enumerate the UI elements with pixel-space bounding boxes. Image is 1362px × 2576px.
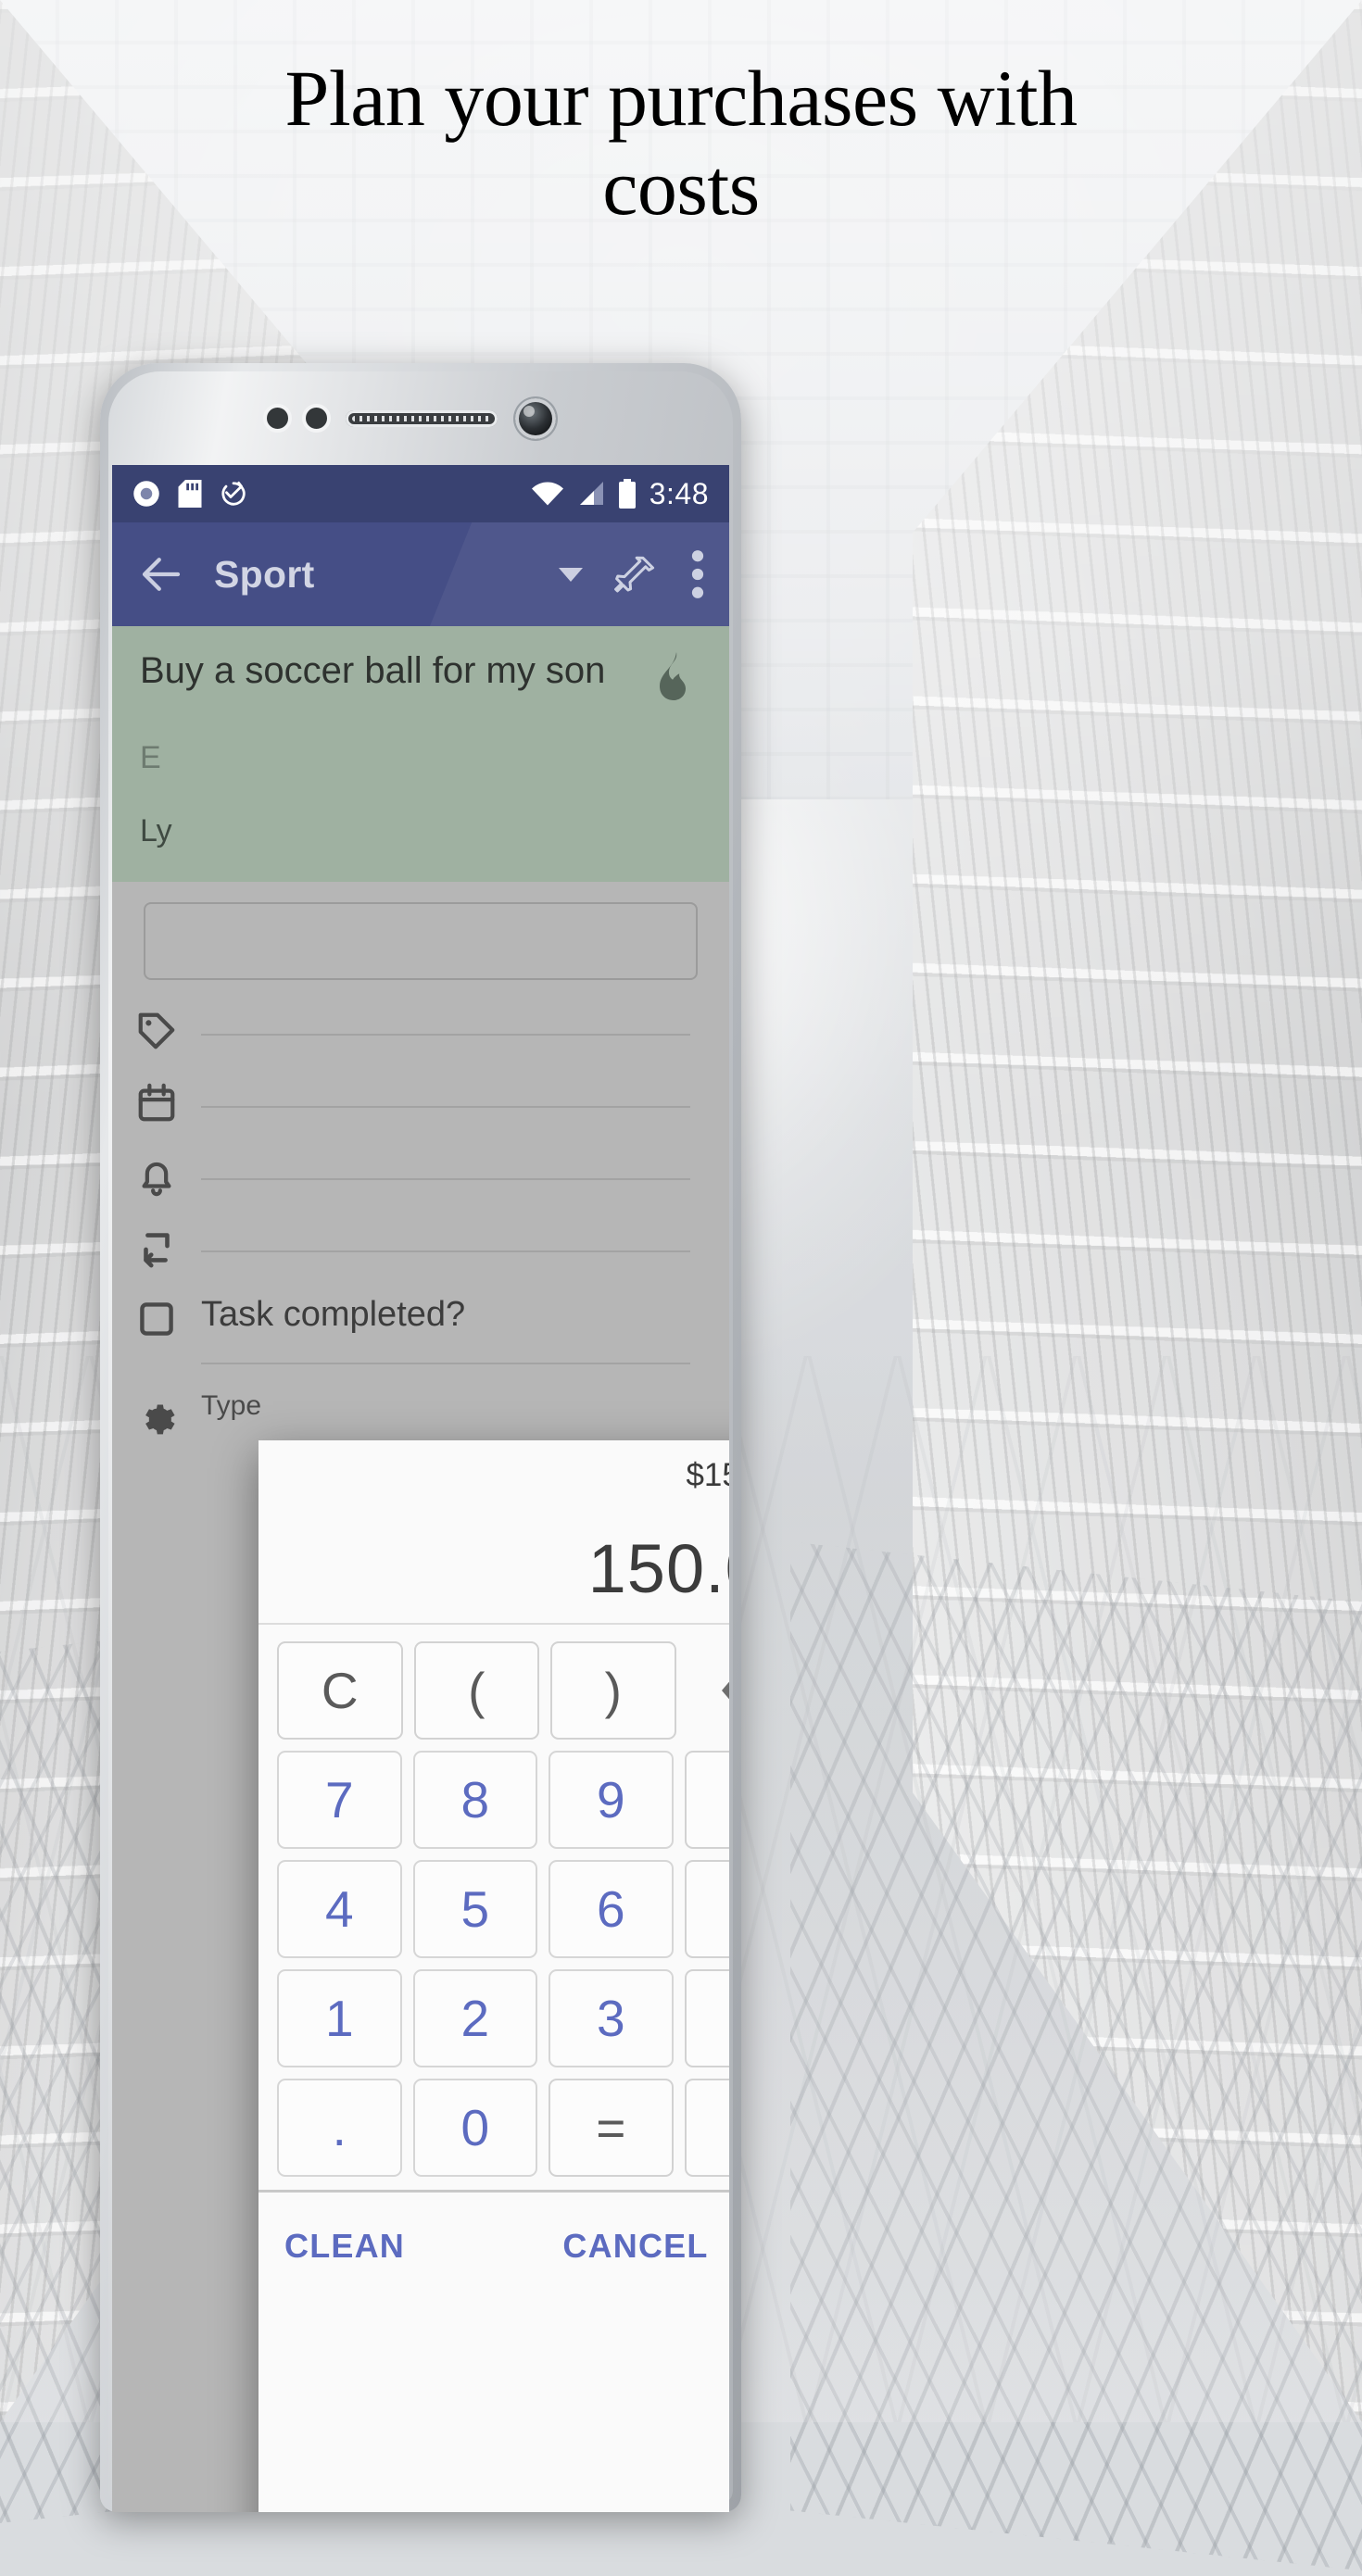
task-title: Buy a soccer ball for my son <box>140 650 606 691</box>
keypad-row: 123- <box>271 1964 729 2073</box>
app-bar-title: Sport <box>214 552 315 596</box>
keypad-row: 456* <box>271 1854 729 1964</box>
keypad-row: 789/ <box>271 1745 729 1854</box>
form-row-tag-content <box>201 1006 729 1036</box>
appbar-sheen <box>390 522 729 626</box>
form-row-completed-content: Task completed? <box>201 1295 729 1364</box>
status-bar-clock: 3:48 <box>649 476 709 510</box>
calculator-dialog: $150.00 150.00 C()789/456*123-.0=+ CLEAN… <box>259 1440 729 2512</box>
key-equals[interactable]: = <box>549 2079 674 2177</box>
task-subtitle-2: Ly <box>140 813 172 848</box>
key-multiply[interactable]: * <box>684 1860 729 1958</box>
calendar-icon <box>112 1078 201 1125</box>
alarm-icon <box>112 1150 201 1197</box>
notes-field[interactable] <box>144 902 698 980</box>
tag-icon <box>112 1006 201 1052</box>
key-four[interactable]: 4 <box>277 1860 402 1958</box>
type-label: Type <box>201 1390 262 1421</box>
display-main: 150.00 <box>587 1530 729 1607</box>
divider <box>201 1106 690 1108</box>
light-sensor-icon <box>302 404 331 433</box>
task-completed-label: Task completed? <box>201 1295 466 1334</box>
form-row-type-content: Type <box>201 1390 729 1422</box>
checkbox-icon[interactable] <box>112 1295 201 1339</box>
key-five[interactable]: 5 <box>412 1860 537 1958</box>
app-bar: Sport <box>112 522 729 626</box>
key-six[interactable]: 6 <box>549 1860 674 1958</box>
form-row-completed[interactable]: Task completed? <box>112 1269 729 1364</box>
key-backspace[interactable] <box>687 1641 729 1740</box>
key-close-paren[interactable]: ) <box>550 1641 676 1740</box>
status-icons-right: 3:48 <box>531 477 709 511</box>
keypad-row: C() <box>271 1636 729 1745</box>
form-row-repeat[interactable] <box>112 1197 729 1269</box>
status-bar: 3:48 <box>112 465 729 522</box>
wifi-icon <box>531 481 564 507</box>
key-open-paren[interactable]: ( <box>413 1641 539 1740</box>
front-camera-icon <box>515 398 556 439</box>
dialog-actions: CLEAN CANCEL OK <box>259 2190 729 2299</box>
key-seven[interactable]: 7 <box>277 1751 402 1849</box>
keypad-row: .0=+ <box>271 2073 729 2182</box>
key-two[interactable]: 2 <box>412 1969 537 2067</box>
divider <box>201 1034 690 1036</box>
key-divide[interactable]: / <box>684 1751 729 1849</box>
record-circle-icon <box>132 480 160 508</box>
key-clear[interactable]: C <box>277 1641 403 1740</box>
divider <box>201 1178 690 1180</box>
key-minus[interactable]: - <box>684 1969 729 2067</box>
form-row-alarm-content <box>201 1150 729 1180</box>
key-nine[interactable]: 9 <box>549 1751 674 1849</box>
promo-headline: Plan your purchases with costs <box>0 54 1362 232</box>
arrow-back-icon[interactable] <box>136 549 186 599</box>
sd-card-icon <box>178 480 202 508</box>
task-form: Task completed? Type <box>112 882 729 1437</box>
phone-screen: 3:48 Sport Buy a soccer ball for my son … <box>112 465 729 2512</box>
flame-icon[interactable] <box>651 650 698 702</box>
form-row-repeat-content <box>201 1223 729 1252</box>
battery-full-icon <box>618 479 637 509</box>
status-icons-left <box>132 480 247 508</box>
form-row-alarm[interactable] <box>112 1125 729 1197</box>
repeat-icon <box>112 1223 201 1269</box>
key-eight[interactable]: 8 <box>412 1751 537 1849</box>
key-decimal[interactable]: . <box>277 2079 402 2177</box>
key-zero[interactable]: 0 <box>412 2079 537 2177</box>
speaker-grille <box>352 416 491 421</box>
calculator-display: $150.00 150.00 <box>259 1440 729 1623</box>
key-one[interactable]: 1 <box>277 1969 402 2067</box>
divider <box>201 1363 690 1364</box>
backspace-icon <box>722 1681 729 1700</box>
gear-icon <box>112 1390 201 1437</box>
task-subtitle: E <box>140 740 161 775</box>
cellular-signal-icon <box>577 481 605 507</box>
form-row-tag[interactable] <box>112 980 729 1052</box>
display-secondary: $150.00 <box>686 1457 729 1493</box>
form-row-date[interactable] <box>112 1052 729 1125</box>
calculator-keypad: C()789/456*123-.0=+ <box>259 1625 729 2190</box>
clean-button[interactable]: CLEAN <box>284 2227 405 2266</box>
cancel-button[interactable]: CANCEL <box>562 2227 708 2266</box>
form-row-type[interactable]: Type <box>112 1364 729 1437</box>
key-plus[interactable]: + <box>684 2079 729 2177</box>
divider <box>201 1250 690 1252</box>
headline-line-2: costs <box>602 143 760 232</box>
proximity-sensor-icon <box>263 404 292 433</box>
headline-line-1: Plan your purchases with <box>284 54 1078 143</box>
form-row-date-content <box>201 1078 729 1108</box>
task-header-card: Buy a soccer ball for my son E Ly <box>112 626 729 882</box>
key-three[interactable]: 3 <box>549 1969 674 2067</box>
phone-mockup: 3:48 Sport Buy a soccer ball for my son … <box>100 363 741 2512</box>
sync-disabled-icon <box>220 480 247 508</box>
phone-top-bezel <box>100 363 741 465</box>
